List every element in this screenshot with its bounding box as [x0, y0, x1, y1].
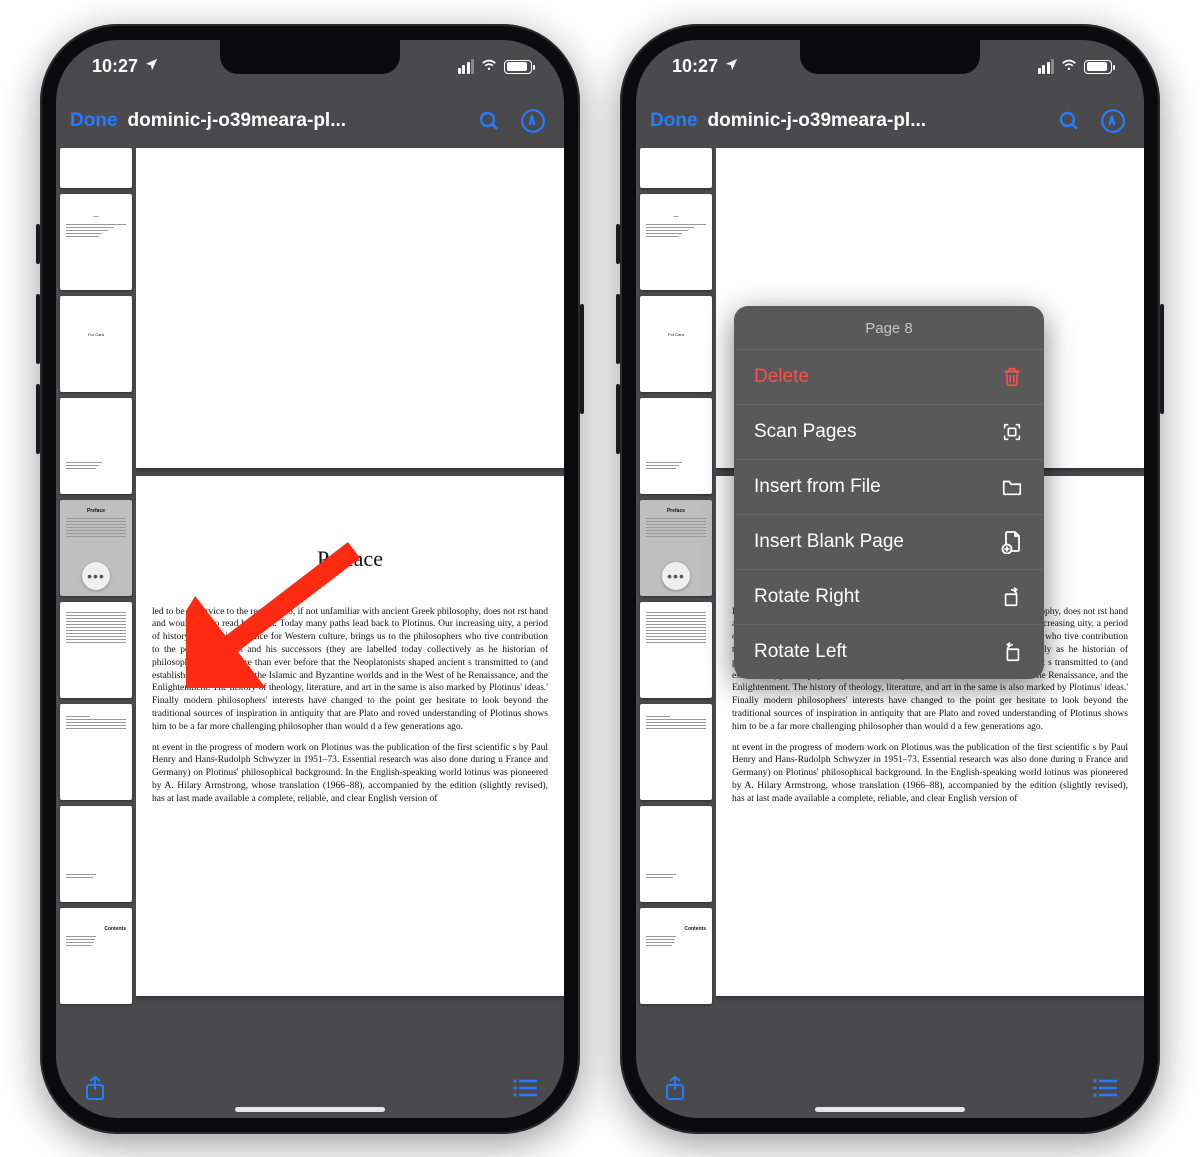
page-thumbnail[interactable]	[60, 398, 132, 494]
search-icon[interactable]	[472, 104, 506, 138]
list-icon[interactable]	[1088, 1071, 1122, 1105]
body-text: led to be of service to the reader who, …	[152, 606, 548, 734]
list-icon[interactable]	[508, 1071, 542, 1105]
document-page[interactable]	[136, 148, 564, 468]
menu-item-label: Delete	[754, 366, 809, 388]
page-viewer[interactable]: Preface led to be of service to the read…	[136, 148, 564, 1058]
page-thumbnail[interactable]: —	[640, 194, 712, 290]
menu-item-rotate-right[interactable]: Rotate Right	[734, 569, 1044, 624]
page-thumbnail[interactable]: —	[60, 194, 132, 290]
page-actions-button[interactable]: •••	[662, 562, 690, 590]
scan-icon	[1000, 420, 1024, 444]
page-actions-button[interactable]: •••	[82, 562, 110, 590]
battery-icon	[504, 60, 532, 74]
power-button[interactable]	[580, 304, 584, 414]
cellular-icon	[458, 59, 475, 74]
page-thumbnail[interactable]: For Cara	[640, 296, 712, 392]
page-heading: Preface	[152, 546, 548, 572]
page-thumbnail[interactable]: Contents	[60, 908, 132, 1004]
menu-item-label: Insert from File	[754, 476, 881, 498]
menu-item-insert-from-file[interactable]: Insert from File	[734, 459, 1044, 514]
page-thumbnail-selected[interactable]: Preface •••	[60, 500, 132, 596]
volume-up-button[interactable]	[616, 294, 620, 364]
status-time: 10:27	[92, 56, 138, 77]
menu-item-label: Insert Blank Page	[754, 531, 904, 553]
nav-bar: Done dominic-j-o39meara-pl...	[636, 94, 1144, 148]
page-thumbnail-selected[interactable]: Preface •••	[640, 500, 712, 596]
context-menu-title: Page 8	[734, 306, 1044, 349]
battery-icon	[1084, 60, 1112, 74]
menu-item-label: Rotate Right	[754, 586, 860, 608]
location-icon	[144, 56, 159, 77]
share-icon[interactable]	[658, 1071, 692, 1105]
rotate-left-icon	[1000, 640, 1024, 664]
page-thumbnail[interactable]	[640, 806, 712, 902]
mute-switch[interactable]	[616, 224, 620, 264]
screen: 10:27 Done dominic-j-o39meara-pl...	[56, 40, 564, 1118]
page-thumbnail[interactable]	[60, 806, 132, 902]
phone-right: 10:27 Done dominic-j-o39meara-pl...	[620, 24, 1160, 1134]
body-text: nt event in the progress of modern work …	[152, 742, 548, 806]
menu-item-rotate-left[interactable]: Rotate Left	[734, 624, 1044, 679]
add-page-icon	[1000, 530, 1024, 554]
page-context-menu: Page 8 Delete Scan Pages Insert from Fil…	[734, 306, 1044, 679]
location-icon	[724, 56, 739, 77]
page-thumbnail[interactable]: For Cara	[60, 296, 132, 392]
notch	[800, 40, 980, 74]
menu-item-insert-blank-page[interactable]: Insert Blank Page	[734, 514, 1044, 569]
menu-item-label: Rotate Left	[754, 641, 847, 663]
trash-icon	[1000, 365, 1024, 389]
document-page[interactable]: Preface led to be of service to the read…	[136, 476, 564, 996]
page-thumbnail[interactable]	[60, 148, 132, 188]
document-title: dominic-j-o39meara-pl...	[708, 110, 1043, 132]
home-indicator[interactable]	[235, 1107, 385, 1112]
page-thumbnail[interactable]	[640, 398, 712, 494]
content-area: — For Cara Preface ••• Contents Preface …	[636, 148, 1144, 1058]
content-area: — For Cara Preface ••• Contents Preface …	[56, 148, 564, 1058]
folder-icon	[1000, 475, 1024, 499]
screen: 10:27 Done dominic-j-o39meara-pl...	[636, 40, 1144, 1118]
body-text: nt event in the progress of modern work …	[732, 742, 1128, 806]
status-time: 10:27	[672, 56, 718, 77]
rotate-right-icon	[1000, 585, 1024, 609]
page-thumbnail[interactable]: Contents	[640, 908, 712, 1004]
menu-item-scan-pages[interactable]: Scan Pages	[734, 404, 1044, 459]
notch	[220, 40, 400, 74]
thumbnail-strip[interactable]: — For Cara Preface ••• Contents	[636, 148, 716, 1058]
done-button[interactable]: Done	[650, 110, 698, 132]
power-button[interactable]	[1160, 304, 1164, 414]
cellular-icon	[1038, 59, 1055, 74]
home-indicator[interactable]	[815, 1107, 965, 1112]
menu-item-delete[interactable]: Delete	[734, 349, 1044, 404]
done-button[interactable]: Done	[70, 110, 118, 132]
page-thumbnail[interactable]	[640, 602, 712, 698]
thumbnail-strip[interactable]: — For Cara Preface ••• Contents	[56, 148, 136, 1058]
document-title: dominic-j-o39meara-pl...	[128, 110, 463, 132]
volume-up-button[interactable]	[36, 294, 40, 364]
share-icon[interactable]	[78, 1071, 112, 1105]
menu-item-label: Scan Pages	[754, 421, 856, 443]
markup-icon[interactable]	[1096, 104, 1130, 138]
search-icon[interactable]	[1052, 104, 1086, 138]
phone-left: 10:27 Done dominic-j-o39meara-pl...	[40, 24, 580, 1134]
page-thumbnail[interactable]	[640, 704, 712, 800]
page-thumbnail[interactable]	[60, 602, 132, 698]
page-thumbnail[interactable]	[640, 148, 712, 188]
volume-down-button[interactable]	[616, 384, 620, 454]
mute-switch[interactable]	[36, 224, 40, 264]
volume-down-button[interactable]	[36, 384, 40, 454]
markup-icon[interactable]	[516, 104, 550, 138]
nav-bar: Done dominic-j-o39meara-pl...	[56, 94, 564, 148]
wifi-icon	[480, 55, 498, 78]
page-thumbnail[interactable]	[60, 704, 132, 800]
wifi-icon	[1060, 55, 1078, 78]
